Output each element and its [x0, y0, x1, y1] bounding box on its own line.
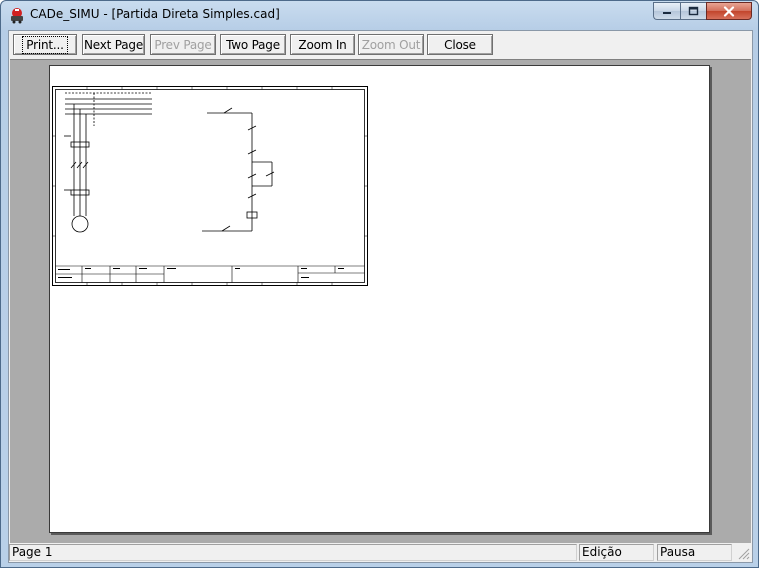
app-window: CADe_SIMU - [Partida Direta Simples.cad]… — [0, 0, 759, 568]
schematic-thumbnail — [52, 86, 368, 286]
restore-button[interactable] — [680, 2, 706, 20]
restore-icon — [688, 6, 699, 16]
print-button[interactable]: Print... — [13, 34, 77, 55]
minimize-button[interactable] — [653, 2, 680, 20]
title-bar[interactable]: CADe_SIMU - [Partida Direta Simples.cad] — [1, 1, 758, 29]
window-title: CADe_SIMU - [Partida Direta Simples.cad] — [30, 7, 280, 21]
close-preview-button[interactable]: Close — [427, 34, 493, 55]
preview-page[interactable] — [49, 65, 710, 533]
zoom-in-button[interactable]: Zoom In — [290, 34, 355, 55]
close-window-button[interactable] — [706, 2, 752, 20]
next-page-label: Next Page — [83, 37, 144, 52]
status-mode: Edição — [579, 544, 654, 561]
close-label: Close — [444, 37, 476, 52]
status-bar: Page 1 Edição Pausa — [9, 543, 752, 562]
print-label: Print... — [22, 35, 68, 54]
status-page: Page 1 — [9, 544, 577, 561]
minimize-icon — [663, 12, 671, 14]
prev-page-button[interactable]: Prev Page — [150, 34, 216, 55]
zoom-out-label: Zoom Out — [361, 37, 421, 52]
status-state: Pausa — [657, 544, 732, 561]
two-page-button[interactable]: Two Page — [220, 34, 286, 55]
preview-toolbar: Print... Next Page Prev Page Two Page Zo… — [9, 31, 752, 59]
zoom-in-label: Zoom In — [298, 37, 347, 52]
prev-page-label: Prev Page — [154, 37, 212, 52]
preview-area[interactable] — [10, 59, 751, 543]
zoom-out-button[interactable]: Zoom Out — [358, 34, 424, 55]
print-preview-client: Print... Next Page Prev Page Two Page Zo… — [8, 30, 753, 563]
close-icon — [723, 5, 735, 17]
resize-grip-icon[interactable] — [738, 548, 750, 560]
cade-simu-app-icon[interactable] — [8, 6, 26, 24]
two-page-label: Two Page — [226, 37, 280, 52]
caption-buttons — [653, 2, 752, 20]
next-page-button[interactable]: Next Page — [82, 34, 145, 55]
